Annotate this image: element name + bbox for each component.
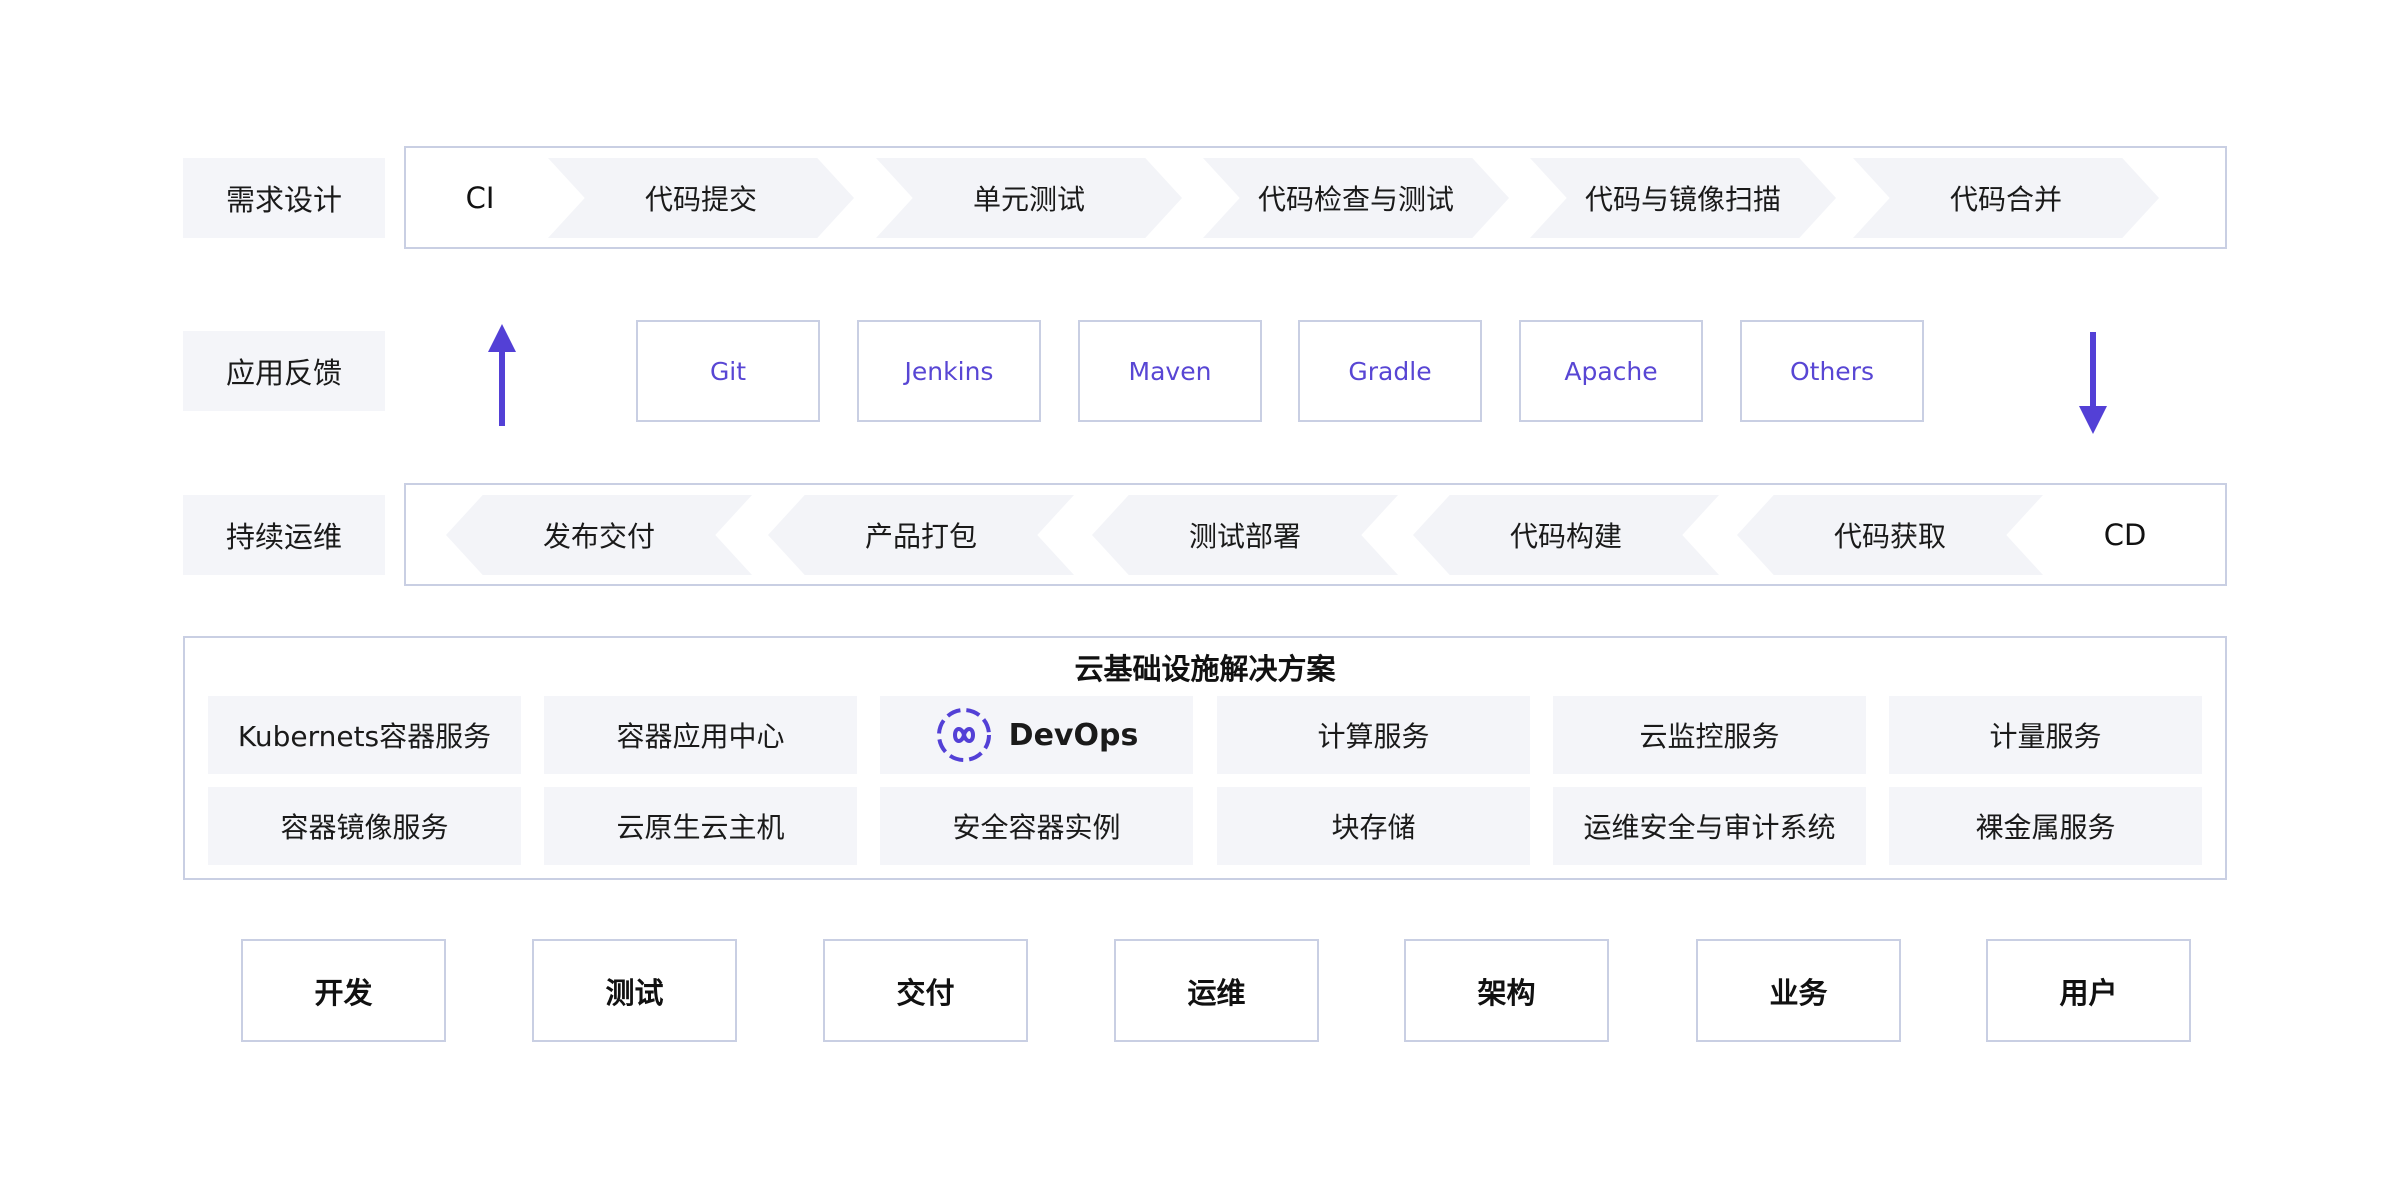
role-dev: 开发 bbox=[241, 939, 446, 1042]
side-label-feedback: 应用反馈 bbox=[183, 331, 385, 411]
ci-step-scan: 代码与镜像扫描 bbox=[1530, 158, 1836, 238]
role-user: 用户 bbox=[1986, 939, 2191, 1042]
tool-maven: Maven bbox=[1078, 320, 1262, 422]
cd-step-test-deploy: 测试部署 bbox=[1092, 495, 1398, 575]
cd-label: CD bbox=[2103, 518, 2147, 552]
side-label-operations: 持续运维 bbox=[183, 495, 385, 575]
cd-step-release: 发布交付 bbox=[446, 495, 752, 575]
ci-step-merge: 代码合并 bbox=[1853, 158, 2159, 238]
infra-cell-audit: 运维安全与审计系统 bbox=[1553, 787, 1866, 865]
tool-others: Others bbox=[1740, 320, 1924, 422]
cd-step-build: 代码构建 bbox=[1413, 495, 1719, 575]
role-architecture: 架构 bbox=[1404, 939, 1609, 1042]
role-delivery: 交付 bbox=[823, 939, 1028, 1042]
infra-cell-block-storage: 块存储 bbox=[1217, 787, 1530, 865]
infra-cell-secure-container: 安全容器实例 bbox=[880, 787, 1193, 865]
infra-cell-k8s: Kubernets容器服务 bbox=[208, 696, 521, 774]
tool-git: Git bbox=[636, 320, 820, 422]
infra-cell-cloud-host: 云原生云主机 bbox=[544, 787, 857, 865]
infra-cell-bare-metal: 裸金属服务 bbox=[1889, 787, 2202, 865]
infra-title: 云基础设施解决方案 bbox=[1074, 652, 1336, 686]
ci-step-unit-test: 单元测试 bbox=[876, 158, 1182, 238]
infra-cell-devops: DevOps bbox=[880, 696, 1193, 774]
devops-loop-icon bbox=[936, 708, 991, 762]
tool-gradle: Gradle bbox=[1298, 320, 1482, 422]
infra-cell-compute: 计算服务 bbox=[1217, 696, 1530, 774]
infra-cell-app-center: 容器应用中心 bbox=[544, 696, 857, 774]
infra-cell-monitor: 云监控服务 bbox=[1553, 696, 1866, 774]
role-business: 业务 bbox=[1696, 939, 1901, 1042]
arrow-down-icon bbox=[2079, 332, 2107, 434]
ci-label: CI bbox=[465, 181, 495, 215]
side-label-requirements: 需求设计 bbox=[183, 158, 385, 238]
devops-label: DevOps bbox=[1008, 717, 1139, 753]
ci-step-commit: 代码提交 bbox=[548, 158, 854, 238]
role-ops: 运维 bbox=[1114, 939, 1319, 1042]
infra-cell-image-registry: 容器镜像服务 bbox=[208, 787, 521, 865]
infra-cell-metering: 计量服务 bbox=[1889, 696, 2202, 774]
tool-apache: Apache bbox=[1519, 320, 1703, 422]
ci-step-code-check: 代码检查与测试 bbox=[1203, 158, 1509, 238]
role-test: 测试 bbox=[532, 939, 737, 1042]
cd-step-fetch: 代码获取 bbox=[1737, 495, 2043, 575]
cd-step-package: 产品打包 bbox=[768, 495, 1074, 575]
arrow-up-icon bbox=[488, 324, 516, 426]
tool-jenkins: Jenkins bbox=[857, 320, 1041, 422]
